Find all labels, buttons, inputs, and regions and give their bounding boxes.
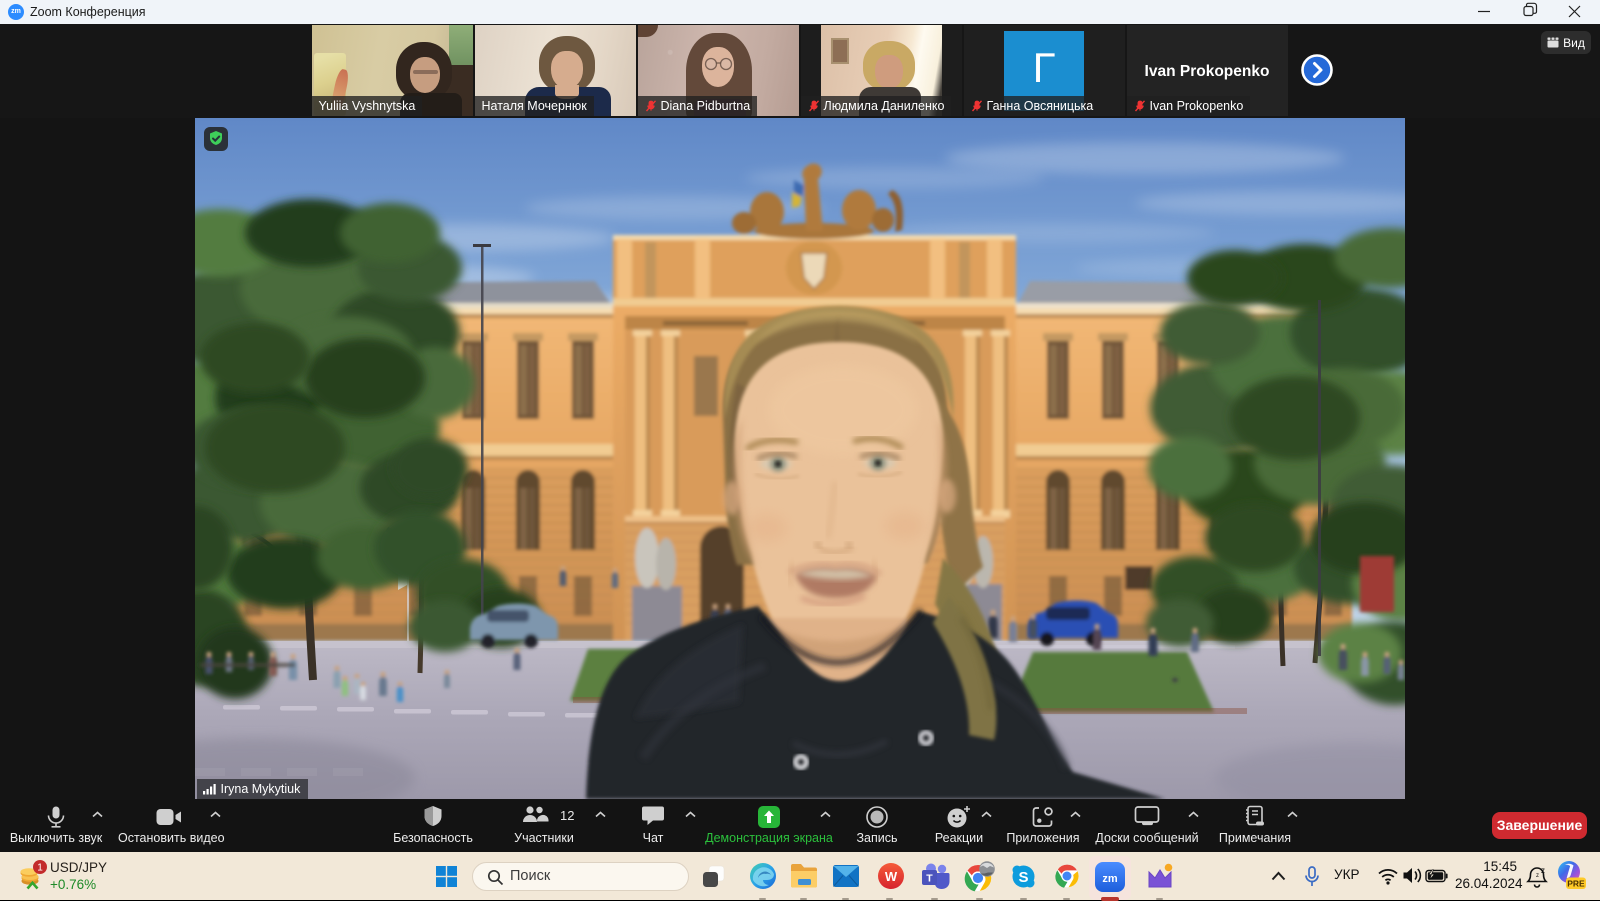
svg-text:PRE: PRE bbox=[1567, 879, 1585, 889]
svg-text:T: T bbox=[926, 873, 933, 885]
svg-text:W: W bbox=[884, 869, 897, 884]
svg-text:1: 1 bbox=[37, 863, 43, 874]
svg-text:z: z bbox=[1536, 873, 1539, 879]
svg-text:z: z bbox=[1541, 866, 1545, 875]
svg-text:S: S bbox=[1018, 869, 1028, 886]
svg-text:zm: zm bbox=[1102, 873, 1118, 885]
